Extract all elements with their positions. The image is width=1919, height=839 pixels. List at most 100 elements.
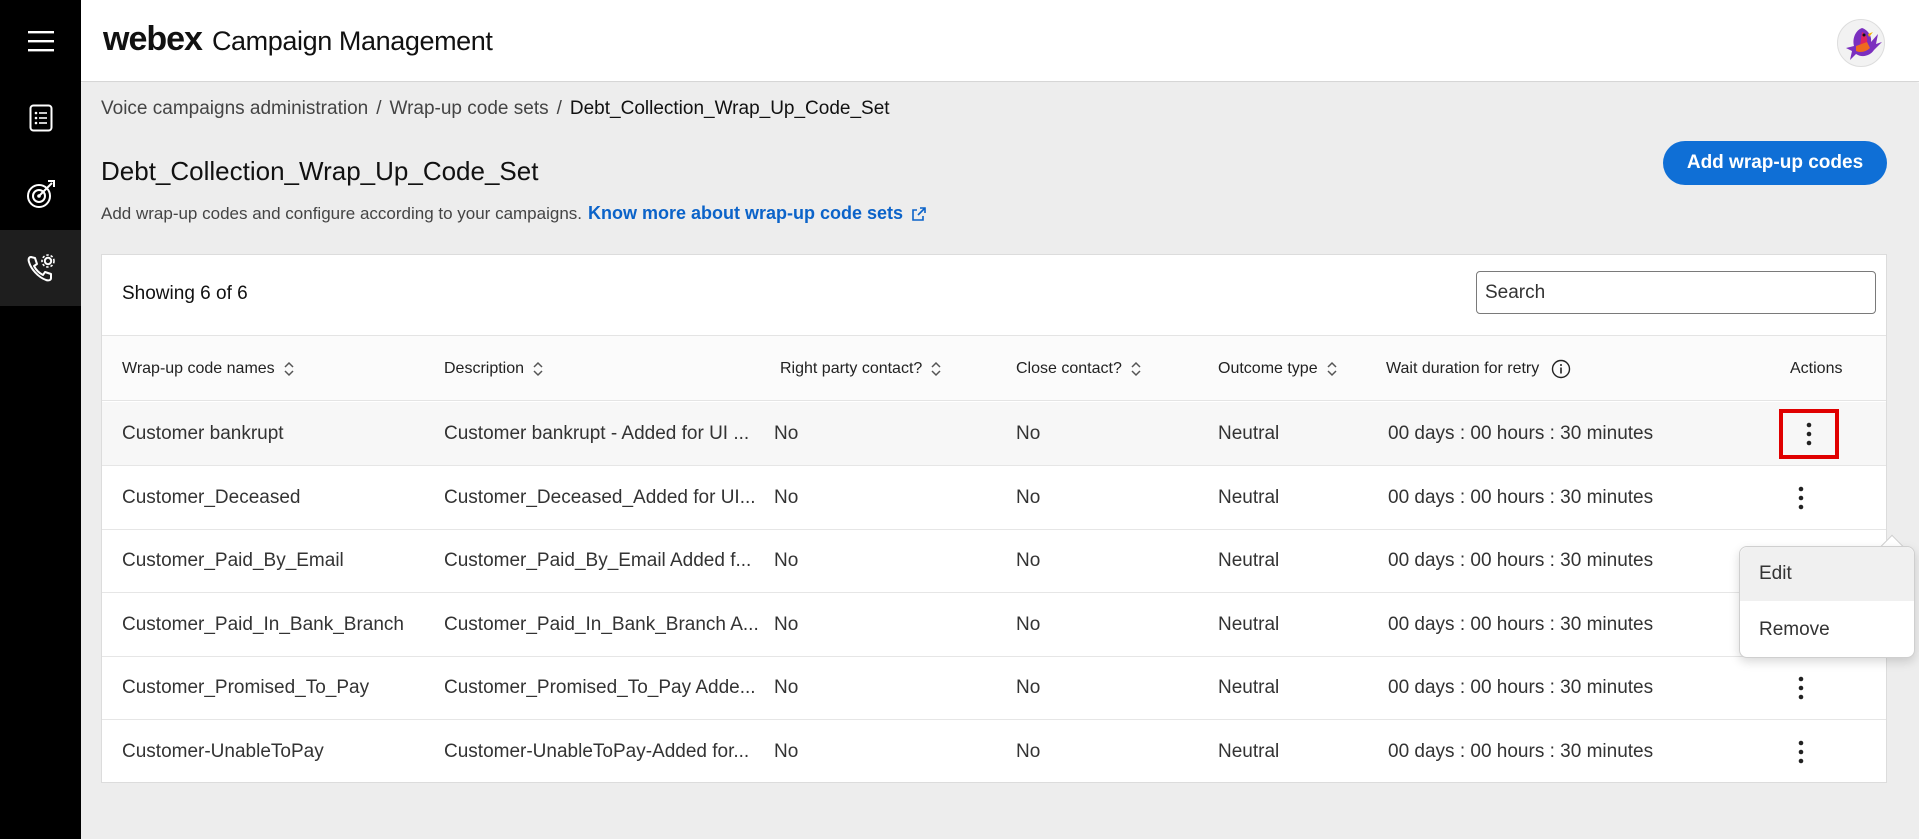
menu-item-edit[interactable]: Edit — [1740, 547, 1914, 601]
cell-right-party: No — [774, 423, 799, 444]
breadcrumb: Voice campaigns administration / Wrap-up… — [101, 98, 890, 120]
cell-outcome-type: Neutral — [1218, 423, 1280, 444]
cell-right-party: No — [774, 740, 799, 762]
cell-right-party: No — [774, 613, 799, 635]
breadcrumb-current: Debt_Collection_Wrap_Up_Code_Set — [569, 98, 890, 119]
cell-close-contact: No — [1016, 613, 1041, 635]
cell-description: Customer_Paid_In_Bank_Branch A... — [444, 613, 759, 635]
column-header-outcome-type[interactable]: Outcome type — [1218, 336, 1338, 402]
sort-icon — [1327, 361, 1337, 377]
column-label: Wait duration for retry — [1386, 360, 1540, 377]
cell-wait-duration: 00 days : 00 hours : 30 minutes — [1388, 550, 1654, 571]
sort-icon — [931, 361, 941, 377]
row-actions-button[interactable] — [1775, 720, 1827, 784]
cell-description: Customer_Promised_To_Pay Adde... — [444, 677, 756, 698]
cell-name: Customer bankrupt — [122, 423, 284, 444]
row-actions-menu: Edit Remove — [1739, 546, 1915, 658]
page-subtitle: Add wrap-up codes and configure accordin… — [101, 203, 927, 224]
cell-outcome-type: Neutral — [1218, 740, 1280, 762]
menu-icon[interactable] — [0, 3, 81, 79]
cell-right-party: No — [774, 677, 799, 698]
cell-name: Customer_Promised_To_Pay — [122, 677, 370, 698]
left-rail — [0, 0, 81, 839]
row-actions-button[interactable] — [1775, 466, 1827, 530]
showing-count: Showing 6 of 6 — [122, 283, 248, 304]
cell-description: Customer-UnableToPay-Added for... — [444, 740, 750, 762]
cell-wait-duration: 00 days : 00 hours : 30 minutes — [1388, 423, 1654, 444]
cell-name: Customer_Paid_In_Bank_Branch — [122, 613, 405, 635]
breadcrumb-separator: / — [556, 98, 562, 119]
cell-wait-duration: 00 days : 00 hours : 30 minutes — [1388, 740, 1654, 762]
info-icon[interactable] — [1551, 359, 1571, 379]
top-header: webex Campaign Management — [81, 0, 1919, 82]
sort-icon — [284, 361, 294, 377]
column-header-description[interactable]: Description — [444, 336, 544, 402]
know-more-link[interactable]: Know more about wrap-up code sets — [588, 203, 927, 224]
row-actions-button[interactable] — [1775, 656, 1827, 720]
breadcrumb-separator: / — [376, 98, 382, 119]
cell-right-party: No — [774, 486, 799, 508]
main-content: Voice campaigns administration / Wrap-up… — [81, 83, 1919, 839]
column-header-right-party[interactable]: Right party contact? — [780, 336, 942, 402]
breadcrumb-voice-campaigns[interactable]: Voice campaigns administration — [101, 98, 368, 120]
page-title: Debt_Collection_Wrap_Up_Code_Set — [101, 156, 539, 186]
phone-settings-icon[interactable] — [0, 230, 81, 306]
webex-logo: webex — [103, 20, 203, 58]
cell-close-contact: No — [1016, 423, 1041, 444]
cell-wait-duration: 00 days : 00 hours : 30 minutes — [1388, 677, 1654, 698]
more-vertical-icon — [1798, 676, 1804, 700]
breadcrumb-wrap-up-code-sets[interactable]: Wrap-up code sets — [389, 98, 548, 120]
sort-icon — [533, 361, 543, 377]
cell-close-contact: No — [1016, 550, 1041, 571]
target-icon[interactable] — [0, 156, 81, 232]
wrap-up-codes-table: Showing 6 of 6 Wrap-up code names Descri… — [101, 254, 1887, 783]
table-row: Customer_Paid_In_Bank_Branch Customer_Pai… — [102, 593, 1886, 657]
column-label: Wrap-up code names — [122, 360, 275, 377]
column-label: Right party contact? — [780, 360, 923, 377]
cell-description: Customer_Deceased_Added for UI... — [444, 486, 756, 508]
bird-avatar-icon — [1846, 28, 1882, 60]
row-actions-button[interactable] — [1779, 409, 1839, 459]
more-vertical-icon — [1806, 422, 1812, 446]
column-label: Outcome type — [1218, 360, 1318, 377]
table-header: Wrap-up code names Description Right par… — [102, 335, 1886, 401]
table-row: Customer bankrupt Customer bankrupt - Add… — [102, 402, 1886, 466]
list-icon[interactable] — [0, 80, 81, 156]
cell-close-contact: No — [1016, 486, 1041, 508]
cell-close-contact: No — [1016, 677, 1041, 698]
column-header-close-contact[interactable]: Close contact? — [1016, 336, 1142, 402]
table-row: Customer_Deceased Customer_Deceased_Added… — [102, 466, 1886, 530]
cell-outcome-type: Neutral — [1218, 613, 1280, 635]
subtitle-text: Add wrap-up codes and configure accordin… — [101, 203, 583, 223]
cell-outcome-type: Neutral — [1218, 486, 1280, 508]
cell-name: Customer_Paid_By_Email — [122, 550, 344, 571]
search-input[interactable] — [1476, 271, 1876, 314]
cell-outcome-type: Neutral — [1218, 550, 1280, 571]
cell-close-contact: No — [1016, 740, 1041, 762]
cell-description: Customer bankrupt - Added for UI ... — [444, 423, 750, 444]
column-label: Close contact? — [1016, 360, 1122, 377]
cell-wait-duration: 00 days : 00 hours : 30 minutes — [1388, 613, 1654, 635]
column-label: Description — [444, 360, 525, 377]
cell-name: Customer_Deceased — [122, 486, 301, 508]
table-row: Customer_Promised_To_Pay Customer_Promise… — [102, 656, 1886, 720]
column-header-actions: Actions — [1790, 336, 1842, 402]
cell-outcome-type: Neutral — [1218, 677, 1280, 698]
cell-wait-duration: 00 days : 00 hours : 30 minutes — [1388, 486, 1654, 508]
menu-item-remove[interactable]: Remove — [1740, 603, 1914, 657]
column-header-wait-duration: Wait duration for retry — [1386, 336, 1571, 402]
app-title: Campaign Management — [211, 26, 493, 56]
column-header-names[interactable]: Wrap-up code names — [122, 336, 295, 402]
add-wrap-up-codes-button[interactable]: Add wrap-up codes — [1663, 141, 1887, 185]
cell-description: Customer_Paid_By_Email Added f... — [444, 550, 752, 571]
table-row: Customer-UnableToPay Customer-UnableToPay… — [102, 720, 1886, 784]
more-vertical-icon — [1798, 486, 1804, 509]
know-more-link-label: Know more about wrap-up code sets — [588, 203, 904, 223]
sort-icon — [1131, 361, 1141, 377]
avatar[interactable] — [1837, 19, 1885, 67]
cell-right-party: No — [774, 550, 799, 571]
table-row: Customer_Paid_By_Email Customer_Paid_By_E… — [102, 529, 1886, 593]
external-link-icon — [912, 206, 926, 221]
more-vertical-icon — [1798, 740, 1804, 763]
cell-name: Customer-UnableToPay — [122, 740, 324, 762]
